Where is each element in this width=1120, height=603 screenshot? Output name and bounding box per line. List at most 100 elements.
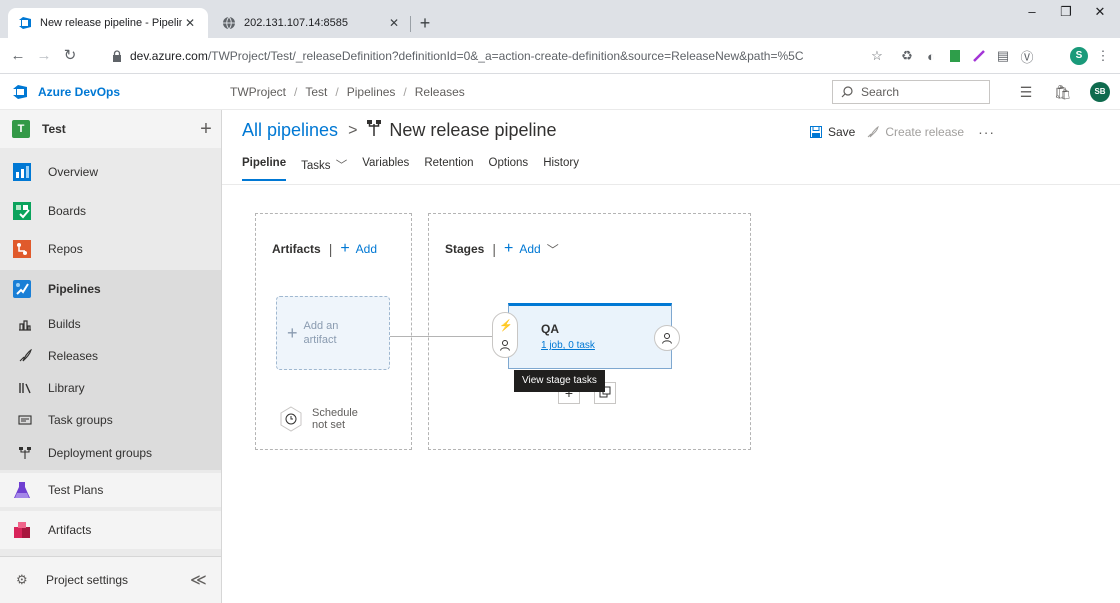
sidebar-item-task-groups[interactable]: Task groups [0, 404, 221, 436]
pen-extension-icon[interactable] [970, 47, 988, 65]
breadcrumb-releases[interactable]: Releases [415, 85, 465, 99]
azure-devops-logo-icon[interactable] [12, 84, 28, 100]
sidebar-item-pipelines[interactable]: Pipelines [0, 270, 221, 308]
sidebar-item-deployment-groups[interactable]: Deployment groups [0, 436, 221, 470]
browser-tab-strip: New release pipeline - Pipelines ✕ 202.1… [0, 0, 1120, 38]
sidebar-item-test-plans[interactable]: Test Plans [0, 473, 221, 507]
reload-icon[interactable]: ↻ [60, 46, 80, 66]
artifacts-icon [12, 520, 32, 540]
sidebar-item-repos[interactable]: Repos [0, 232, 221, 266]
add-artifact-box[interactable]: + Add an artifact [276, 296, 390, 370]
artifact-stage-connector [390, 336, 498, 337]
sidebar-item-artifacts[interactable]: Artifacts [0, 511, 221, 549]
add-artifact-link[interactable]: + Add [340, 240, 377, 258]
vpn-extension-icon[interactable]: Ⓥ [1018, 47, 1036, 65]
browser-tab-inactive[interactable]: 202.131.107.14:8585 ✕ [212, 8, 412, 38]
browser-profile-avatar[interactable]: S [1070, 47, 1088, 65]
close-tab-icon[interactable]: ✕ [386, 16, 402, 30]
close-window-button[interactable]: ✕ [1086, 4, 1114, 20]
sidebar-item-label: Overview [48, 165, 99, 179]
save-label: Save [828, 125, 856, 139]
sidebar-item-builds[interactable]: Builds [0, 308, 221, 340]
sidebar-item-boards[interactable]: Boards [0, 194, 221, 228]
task-groups-icon [18, 413, 32, 427]
bookmark-star-icon[interactable]: ☆ [868, 47, 886, 65]
product-name[interactable]: Azure DevOps [38, 85, 120, 99]
breadcrumb-org[interactable]: TWProject [230, 85, 286, 99]
chevron-down-icon[interactable]: ﹀ [547, 241, 559, 258]
breadcrumb-separator: / [403, 85, 407, 99]
stage-name[interactable]: QA [541, 322, 559, 336]
add-artifact-line: Add an [303, 320, 339, 332]
document-extension-icon[interactable]: ▤ [994, 47, 1012, 65]
new-tab-button[interactable]: + [414, 12, 436, 34]
project-selector[interactable]: T Test + [0, 110, 221, 148]
stages-title: Stages [445, 242, 485, 256]
tab-history[interactable]: History [543, 157, 579, 181]
boards-icon [12, 201, 32, 221]
pre-approver-person-icon[interactable] [499, 339, 511, 354]
save-icon [810, 126, 822, 138]
dark-mode-extension-icon[interactable]: ◐ [922, 47, 940, 65]
recycle-extension-icon[interactable]: ♻ [898, 47, 916, 65]
deployment-groups-icon [18, 446, 32, 460]
marketplace-bag-icon[interactable]: 🛍 [1054, 84, 1072, 100]
more-actions-button[interactable]: ··· [978, 124, 995, 140]
breadcrumb-pipelines[interactable]: Pipelines [347, 85, 396, 99]
add-project-button[interactable]: + [191, 119, 221, 139]
pipeline-tabs: Pipeline Tasks ﹀ Variables Retention Opt… [242, 157, 594, 181]
address-bar[interactable]: dev.azure.com/TWProject/Test/_releaseDef… [102, 43, 852, 69]
artifacts-title: Artifacts [272, 242, 321, 256]
post-approver-person-icon[interactable] [654, 325, 680, 351]
browser-tab-active[interactable]: New release pipeline - Pipelines ✕ [8, 8, 208, 38]
schedule-trigger[interactable]: Schedule not set [278, 406, 358, 432]
back-arrow-icon[interactable]: ← [8, 46, 28, 66]
pre-deployment-conditions[interactable]: ⚡ [492, 312, 518, 358]
search-icon [841, 86, 853, 98]
schedule-line: Schedule [312, 407, 358, 419]
stage-tasks-link[interactable]: 1 job, 0 task [541, 340, 595, 351]
add-stage-link[interactable]: + Add [504, 240, 541, 258]
collapse-sidebar-button[interactable]: ≪ [190, 570, 207, 590]
tab-tasks[interactable]: Tasks ﹀ [301, 157, 347, 181]
stages-header: Stages | + Add ﹀ [445, 240, 559, 258]
sidebar-item-overview[interactable]: Overview [0, 155, 221, 189]
sidebar-item-releases[interactable]: Releases [0, 340, 221, 372]
overview-icon [12, 162, 32, 182]
restore-button[interactable]: ❐ [1052, 4, 1080, 20]
schedule-line: not set [312, 419, 346, 431]
trigger-lightning-icon[interactable]: ⚡ [499, 319, 513, 332]
project-settings[interactable]: ⚙ Project settings [0, 556, 221, 603]
release-pipeline-icon [367, 120, 382, 141]
ado-header: Azure DevOps TWProject / Test / Pipeline… [0, 74, 1120, 110]
create-release-button[interactable]: Create release [867, 125, 964, 139]
sidebar-item-label: Test Plans [48, 483, 104, 497]
close-tab-icon[interactable]: ✕ [182, 16, 198, 30]
tab-options[interactable]: Options [489, 157, 529, 181]
sidebar-item-library[interactable]: Library [0, 372, 221, 404]
stage-card[interactable]: QA 1 job, 0 task [508, 303, 672, 369]
minimize-button[interactable]: – [1018, 4, 1046, 19]
save-button[interactable]: Save [810, 125, 855, 139]
search-input[interactable]: Search [832, 80, 990, 104]
search-placeholder: Search [861, 85, 900, 99]
globe-icon [222, 16, 236, 30]
sidebar-item-label: Repos [48, 242, 83, 256]
breadcrumb-project[interactable]: Test [305, 85, 327, 99]
green-extension-icon[interactable] [946, 47, 964, 65]
page-title-row: All pipelines > New release pipeline [242, 120, 557, 141]
chevron-down-icon: ﹀ [332, 160, 348, 172]
forward-arrow-icon[interactable]: → [34, 46, 54, 66]
browser-toolbar: ← → ↻ dev.azure.com/TWProject/Test/_rele… [0, 38, 1120, 74]
breadcrumb-separator: / [335, 85, 339, 99]
browser-menu-icon[interactable]: ⋮ [1094, 47, 1112, 65]
plus-icon: + [287, 322, 298, 343]
tab-variables[interactable]: Variables [362, 157, 409, 181]
settings-list-icon[interactable]: ☰ [1018, 84, 1034, 100]
user-avatar[interactable]: SB [1090, 82, 1110, 102]
sidebar-item-label: Releases [48, 349, 99, 363]
tab-pipeline[interactable]: Pipeline [242, 157, 287, 181]
all-pipelines-link[interactable]: All pipelines [242, 120, 338, 141]
page-title[interactable]: New release pipeline [389, 120, 556, 141]
tab-retention[interactable]: Retention [424, 157, 473, 181]
